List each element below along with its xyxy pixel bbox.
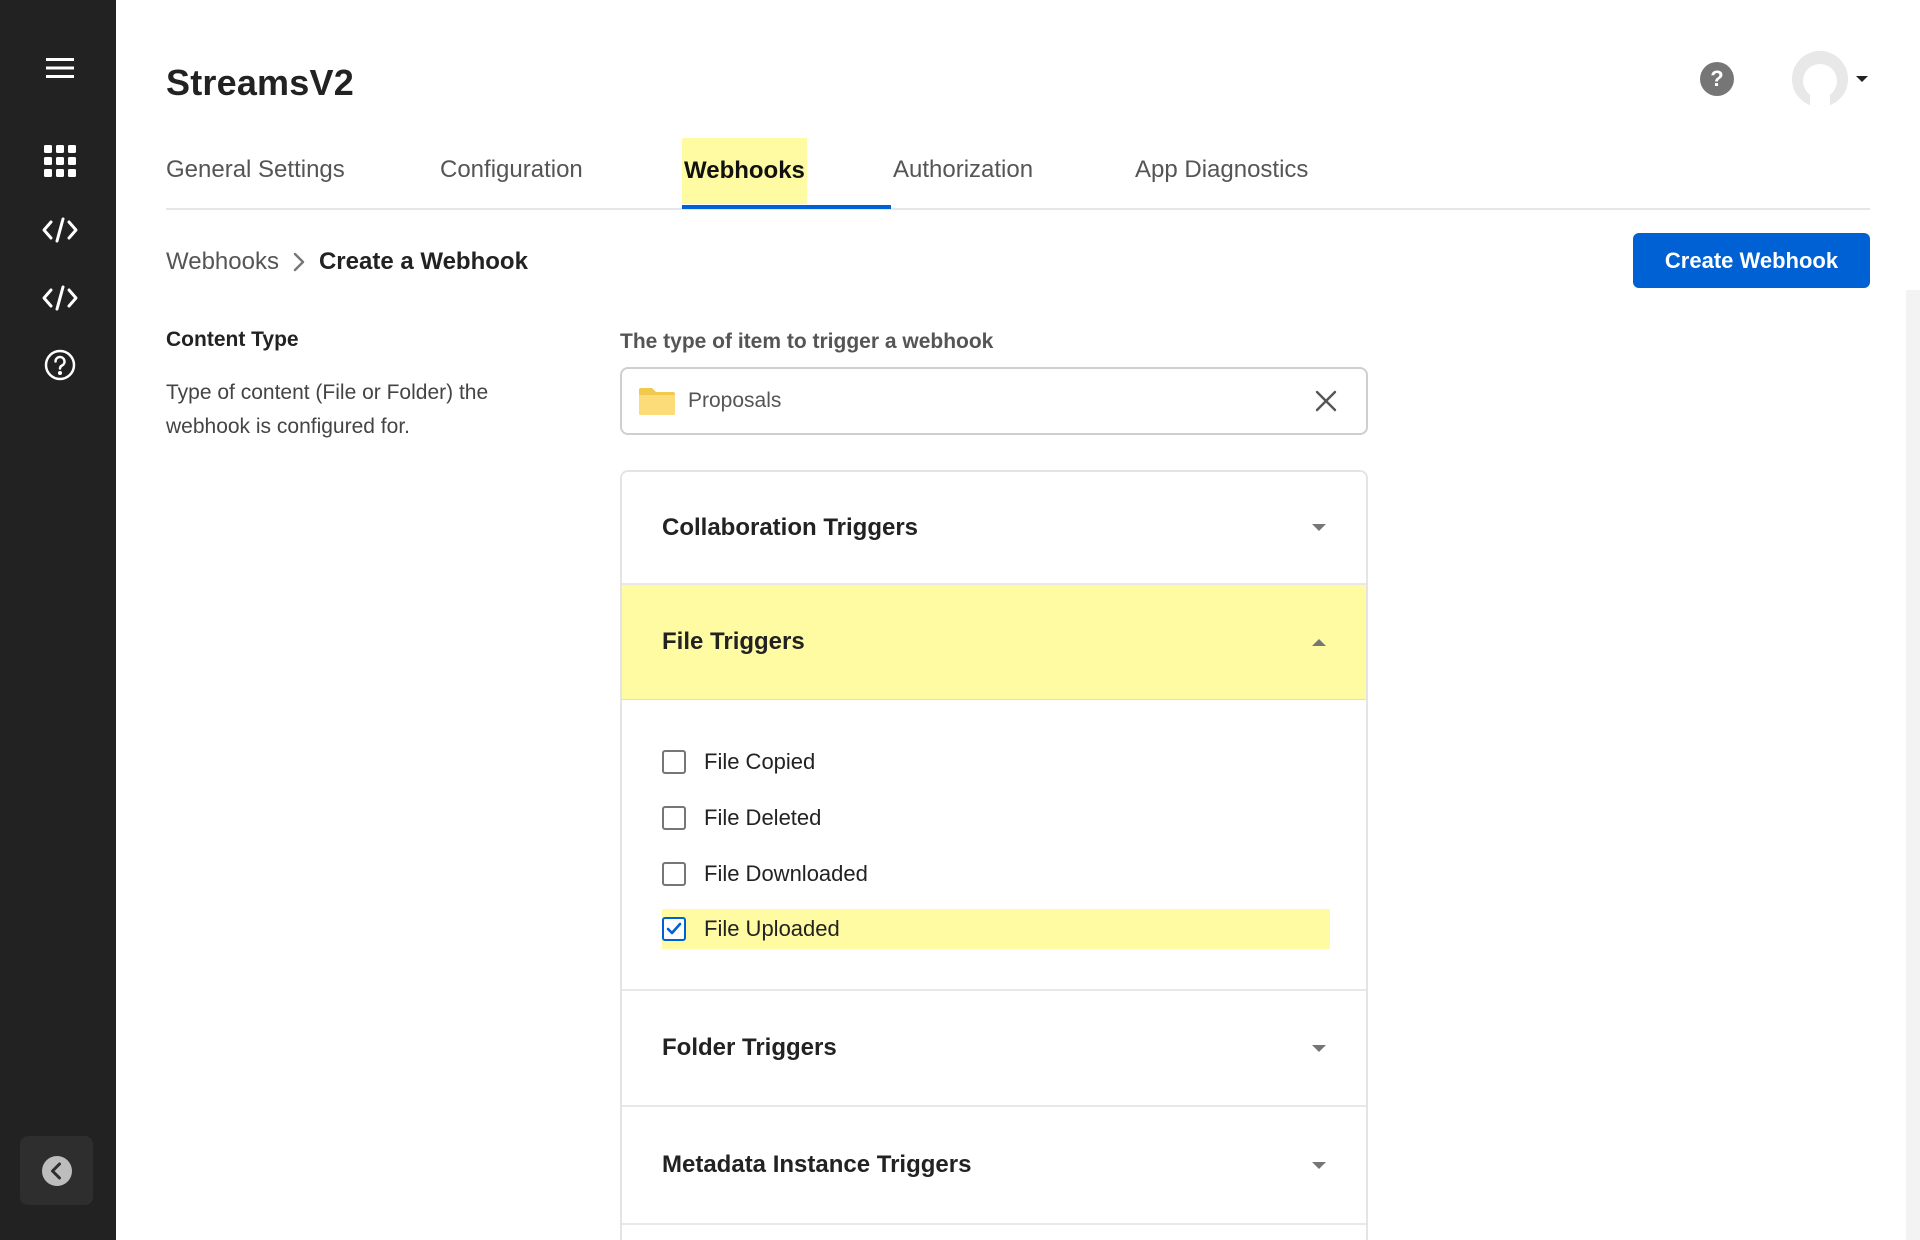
help-circle-icon[interactable] (36, 341, 84, 389)
tab-bar: General Settings Configuration Webhooks … (166, 130, 1870, 210)
folder-triggers-title: Folder Triggers (662, 1034, 837, 1061)
checkmark-icon (666, 922, 682, 935)
tab-configuration[interactable]: Configuration (440, 130, 583, 210)
tab-app-diagnostics[interactable]: App Diagnostics (1135, 130, 1308, 210)
app-root: StreamsV2 ? General Settings Configurati… (0, 0, 1920, 1240)
content-type-title: Content Type (166, 328, 299, 351)
file-triggers-title: File Triggers (662, 628, 805, 655)
triggers-accordion: Collaboration Triggers File Triggers Fil… (620, 470, 1368, 1240)
file-uploaded-option[interactable]: File Uploaded (662, 909, 1330, 949)
help-icon: ? (1710, 66, 1724, 91)
chevron-down-icon (1856, 76, 1868, 82)
file-downloaded-option[interactable]: File Downloaded (662, 854, 868, 894)
file-downloaded-label: File Downloaded (704, 861, 868, 886)
file-deleted-label: File Deleted (704, 805, 822, 830)
chevron-down-icon (1312, 1044, 1326, 1052)
metadata-instance-triggers-header[interactable]: Metadata Instance Triggers (622, 1107, 1366, 1225)
file-uploaded-checkbox[interactable] (662, 917, 686, 941)
user-menu-button[interactable] (1792, 51, 1872, 107)
content-type-field[interactable]: Proposals (620, 367, 1368, 435)
folder-triggers-header[interactable]: Folder Triggers (622, 989, 1366, 1107)
page-scrollbar[interactable] (1906, 290, 1920, 1240)
file-copied-label: File Copied (704, 749, 816, 774)
file-copied-checkbox[interactable] (662, 750, 686, 774)
collaboration-triggers-title: Collaboration Triggers (662, 513, 919, 541)
file-copied-option[interactable]: File Copied (662, 742, 815, 782)
sidebar (0, 0, 116, 1240)
tab-webhooks[interactable]: Webhooks (682, 138, 807, 204)
chevron-down-icon (1312, 524, 1326, 531)
sidebar-collapse-button[interactable] (20, 1136, 93, 1205)
breadcrumb-webhooks-link[interactable]: Webhooks (166, 248, 279, 276)
file-downloaded-checkbox[interactable] (662, 862, 686, 886)
file-deleted-option[interactable]: File Deleted (662, 798, 821, 838)
file-deleted-checkbox[interactable] (662, 806, 686, 830)
chevron-right-icon (293, 252, 305, 272)
breadcrumb: Webhooks Create a Webhook (166, 244, 528, 280)
folder-icon (638, 386, 676, 416)
code-icon[interactable] (36, 206, 84, 254)
help-button[interactable]: ? (1700, 62, 1734, 96)
code-icon[interactable] (36, 274, 84, 322)
file-triggers-header[interactable]: File Triggers (622, 585, 1366, 700)
apps-grid-icon[interactable] (36, 137, 84, 185)
tab-authorization[interactable]: Authorization (893, 130, 1033, 210)
content-type-field-label: The type of item to trigger a webhook (620, 330, 994, 353)
tab-general-settings[interactable]: General Settings (166, 130, 345, 210)
metadata-instance-triggers-title: Metadata Instance Triggers (662, 1151, 972, 1178)
collaboration-triggers-header[interactable]: Collaboration Triggers (622, 472, 1366, 585)
page-title: StreamsV2 (166, 62, 354, 103)
chevron-left-icon (41, 1155, 72, 1186)
file-uploaded-label: File Uploaded (704, 916, 840, 941)
hamburger-menu-icon[interactable] (36, 44, 84, 92)
avatar (1792, 51, 1848, 107)
create-webhook-button[interactable]: Create Webhook (1633, 233, 1870, 288)
chevron-down-icon (1312, 1161, 1326, 1169)
content-type-value: Proposals (688, 389, 782, 412)
chevron-up-icon (1312, 638, 1326, 646)
active-tab-indicator (682, 205, 891, 209)
breadcrumb-current: Create a Webhook (318, 248, 528, 275)
close-icon[interactable] (1306, 381, 1346, 421)
content-type-description: Type of content (File or Folder) the web… (166, 381, 489, 438)
